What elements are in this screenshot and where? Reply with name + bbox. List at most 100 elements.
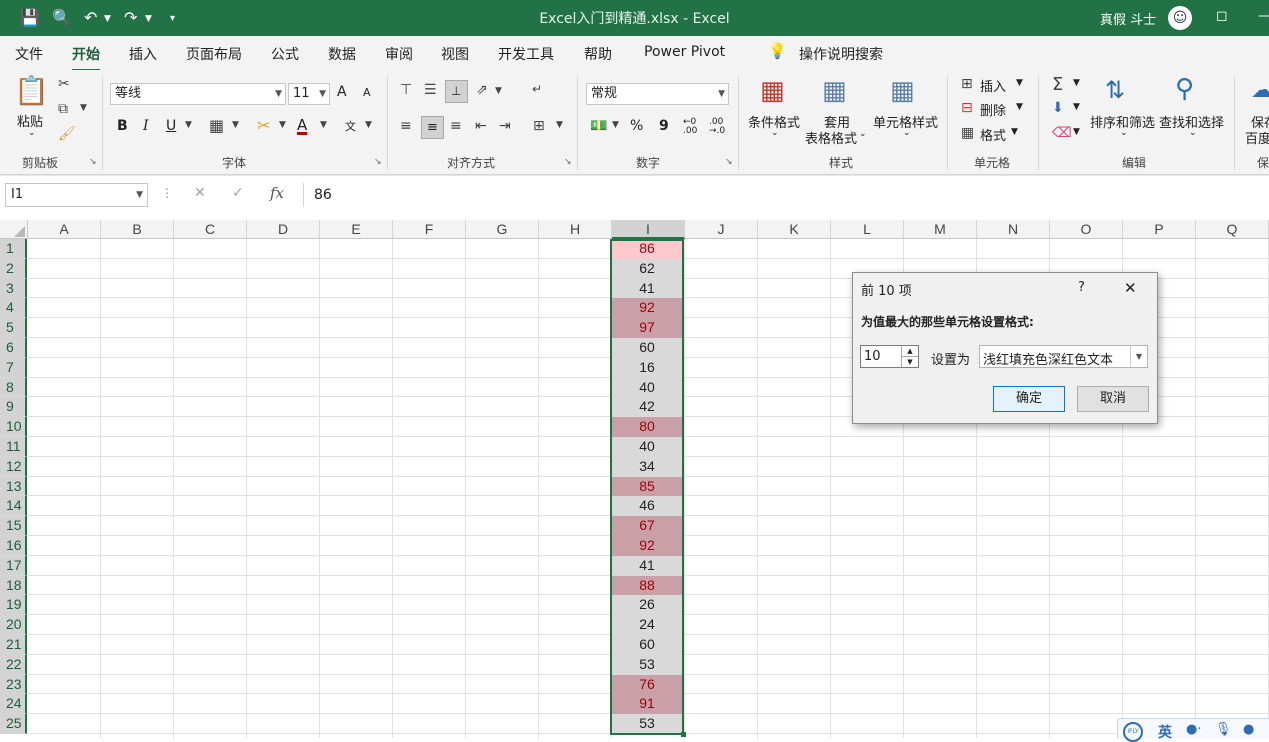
row-header-2[interactable]: 2 — [0, 258, 27, 279]
column-header-k[interactable]: K — [758, 220, 831, 239]
font-name-select[interactable]: 等线 ▼ — [110, 83, 286, 105]
font-launcher-icon[interactable]: ↘ — [374, 157, 382, 167]
cell-i2[interactable]: 62 — [611, 258, 683, 279]
find-select-dropdown-icon[interactable]: ⌄ — [1189, 128, 1197, 138]
clipboard-launcher-icon[interactable]: ↘ — [89, 157, 97, 167]
cell-styles-dropdown-icon[interactable]: ⌄ — [903, 128, 911, 138]
merge-center-icon[interactable]: ⊞ — [533, 118, 545, 134]
orientation-dropdown-icon[interactable]: ▼ — [495, 86, 502, 96]
number-launcher-icon[interactable]: ↘ — [725, 157, 733, 167]
row-header-13[interactable]: 13 — [0, 476, 27, 497]
accounting-dropdown-icon[interactable]: ▼ — [612, 120, 619, 130]
row-header-17[interactable]: 17 — [0, 555, 27, 576]
comma-style-button[interactable]: 9 — [659, 118, 669, 134]
tab-review[interactable]: 审阅 — [385, 44, 413, 64]
row-header-6[interactable]: 6 — [0, 338, 27, 358]
formula-bar-grip-icon[interactable]: ⋮ — [161, 186, 173, 200]
insert-dropdown-icon[interactable]: ▼ — [1016, 78, 1023, 88]
paste-dropdown-icon[interactable]: ⌄ — [28, 128, 36, 138]
baidu-save-line2[interactable]: 百度 — [1245, 128, 1269, 147]
microphone-icon[interactable]: 🎙 — [1215, 722, 1232, 737]
count-value[interactable]: 10 — [864, 349, 881, 364]
column-header-f[interactable]: F — [393, 220, 466, 239]
bold-button[interactable]: B — [117, 118, 128, 134]
conditional-dropdown-icon[interactable]: ⌄ — [771, 128, 779, 138]
minimize-icon[interactable]: — — [1258, 8, 1269, 24]
row-header-11[interactable]: 11 — [0, 437, 27, 457]
cell-i8[interactable]: 40 — [611, 377, 683, 398]
cell-i17[interactable]: 41 — [611, 555, 683, 576]
row-header-24[interactable]: 24 — [0, 694, 27, 715]
tab-insert[interactable]: 插入 — [129, 44, 157, 64]
column-header-o[interactable]: O — [1050, 220, 1123, 239]
cell-i9[interactable]: 42 — [611, 397, 683, 418]
stepper-up-icon[interactable]: ▲ — [901, 346, 918, 357]
grow-font-icon[interactable]: A — [337, 84, 347, 100]
select-all-corner[interactable] — [0, 220, 28, 239]
column-header-h[interactable]: H — [539, 220, 612, 239]
row-header-20[interactable]: 20 — [0, 615, 27, 635]
row-header-15[interactable]: 15 — [0, 516, 27, 536]
cancel-entry-icon[interactable]: ✕ — [194, 185, 206, 201]
underline-dropdown-icon[interactable]: ▼ — [185, 120, 192, 130]
format-cells-icon[interactable]: ▦ — [961, 125, 974, 141]
name-box[interactable]: I1 ▼ — [5, 183, 148, 207]
clear-icon[interactable]: ⌫ — [1052, 125, 1072, 141]
user-icon[interactable]: ● — [1243, 722, 1254, 737]
ribbon-display-options-icon[interactable]: ◻ — [1216, 8, 1228, 24]
cell-i21[interactable]: 60 — [611, 635, 683, 655]
cell-i22[interactable]: 53 — [611, 654, 683, 675]
tab-view[interactable]: 视图 — [441, 44, 469, 64]
avatar[interactable]: ☺ — [1168, 6, 1192, 30]
format-select[interactable]: 浅红填充色深红色文本 ▼ — [979, 345, 1148, 368]
baidu-save-icon[interactable]: ☁ — [1251, 78, 1269, 103]
cell-i11[interactable]: 40 — [611, 437, 683, 457]
user-name[interactable]: 真假 斗士 — [1100, 9, 1156, 28]
cell-styles-icon[interactable]: ▦ — [890, 76, 915, 106]
row-header-1[interactable]: 1 — [0, 239, 27, 259]
column-header-d[interactable]: D — [247, 220, 320, 239]
row-header-3[interactable]: 3 — [0, 278, 27, 299]
border-icon[interactable]: ▦ — [209, 116, 224, 135]
column-header-j[interactable]: J — [685, 220, 758, 239]
merge-dropdown-icon[interactable]: ▼ — [556, 120, 563, 130]
cell-i18[interactable]: 88 — [611, 575, 683, 596]
tab-data[interactable]: 数据 — [328, 44, 356, 64]
ok-button[interactable]: 确定 — [993, 386, 1065, 412]
cell-i14[interactable]: 46 — [611, 496, 683, 517]
row-header-14[interactable]: 14 — [0, 496, 27, 517]
column-header-m[interactable]: M — [904, 220, 977, 239]
cell-i25[interactable]: 53 — [611, 714, 683, 734]
row-header-25[interactable]: 25 — [0, 714, 27, 734]
find-select-icon[interactable]: ⚲ — [1175, 74, 1194, 104]
format-as-table-dropdown-icon[interactable]: ⌄ — [859, 129, 867, 139]
cell-i20[interactable]: 24 — [611, 615, 683, 635]
cell-i6[interactable]: 60 — [611, 338, 683, 358]
cell-i3[interactable]: 41 — [611, 278, 683, 299]
format-cells-button[interactable]: 格式 — [980, 125, 1006, 144]
fill-color-dropdown-icon[interactable]: ▼ — [279, 120, 286, 130]
row-header-19[interactable]: 19 — [0, 595, 27, 616]
clear-dropdown-icon[interactable]: ▼ — [1073, 127, 1080, 137]
alignment-launcher-icon[interactable]: ↘ — [564, 157, 572, 167]
column-header-e[interactable]: E — [320, 220, 393, 239]
autosum-dropdown-icon[interactable]: ▼ — [1073, 78, 1080, 88]
accounting-format-icon[interactable]: 💵 — [590, 118, 607, 134]
insert-cells-icon[interactable]: ⊞ — [961, 76, 973, 92]
row-header-22[interactable]: 22 — [0, 654, 27, 675]
cell-i13[interactable]: 85 — [611, 476, 683, 497]
fill-color-icon[interactable]: ✂ — [257, 116, 270, 135]
close-icon[interactable]: ✕ — [1124, 279, 1137, 297]
delete-cells-button[interactable]: 删除 — [980, 100, 1006, 119]
cell-i24[interactable]: 91 — [611, 694, 683, 715]
row-header-9[interactable]: 9 — [0, 397, 27, 418]
insert-function-icon[interactable]: fx — [270, 184, 284, 202]
cell-i19[interactable]: 26 — [611, 595, 683, 616]
tell-me-search[interactable]: 操作说明搜索 — [799, 44, 883, 64]
language-toggle[interactable]: 英 — [1158, 722, 1172, 742]
copy-icon[interactable]: ⧉ — [58, 101, 68, 117]
count-stepper[interactable]: 10 ▲ ▼ — [860, 345, 919, 368]
align-center-button[interactable]: ≡ — [421, 116, 444, 139]
column-header-i[interactable]: I — [612, 220, 685, 239]
row-header-10[interactable]: 10 — [0, 417, 27, 437]
